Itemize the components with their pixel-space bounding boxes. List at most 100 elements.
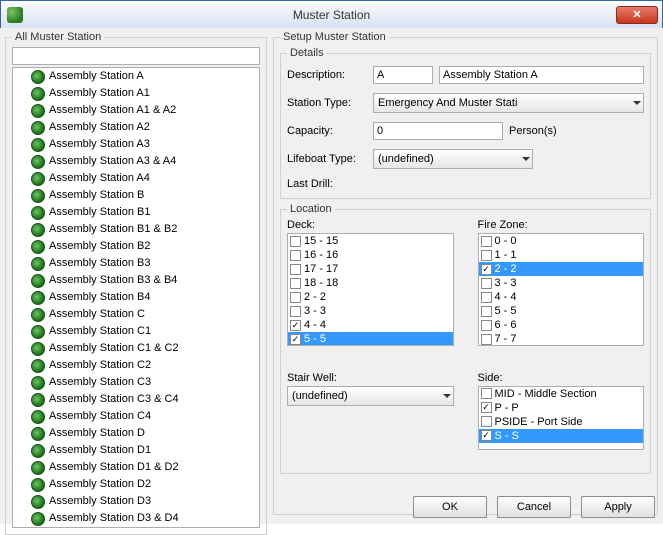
checklist-item[interactable]: 3 - 3 <box>288 304 453 318</box>
tree-item[interactable]: Assembly Station C3 & C4 <box>13 391 259 408</box>
description-name-input[interactable] <box>439 66 644 84</box>
tree-item[interactable]: Assembly Station A2 <box>13 119 259 136</box>
checkbox[interactable] <box>481 388 492 399</box>
tree-item[interactable]: Assembly Station C1 & C2 <box>13 340 259 357</box>
tree-item[interactable]: Assembly Station C4 <box>13 408 259 425</box>
checklist-item[interactable]: ✓2 - 2 <box>479 262 644 276</box>
checklist-item-label: 2 - 2 <box>304 290 326 304</box>
checklist-item-label: 5 - 5 <box>495 304 517 318</box>
checklist-item[interactable]: ✓P - P <box>479 401 644 415</box>
tree-item[interactable]: Assembly Station D3 & D4 <box>13 510 259 527</box>
checkbox[interactable]: ✓ <box>481 402 492 413</box>
tree-item[interactable]: Assembly Station B3 <box>13 255 259 272</box>
checklist-item[interactable]: 16 - 16 <box>288 248 453 262</box>
tree-item[interactable]: Assembly Station A3 & A4 <box>13 153 259 170</box>
checklist-item[interactable]: MID - Middle Section <box>479 387 644 401</box>
tree-item[interactable]: Assembly Station D3 <box>13 493 259 510</box>
checklist-item[interactable]: 4 - 4 <box>479 290 644 304</box>
capacity-input[interactable] <box>373 122 503 140</box>
tree-item[interactable]: Assembly Station A4 <box>13 170 259 187</box>
checklist-item[interactable]: 0 - 0 <box>479 234 644 248</box>
checkbox[interactable]: ✓ <box>481 264 492 275</box>
checklist-item[interactable]: 2 - 2 <box>288 290 453 304</box>
tree-item[interactable]: Assembly Station B <box>13 187 259 204</box>
tree-item-label: Assembly Station B <box>49 188 144 203</box>
tree-item[interactable]: Assembly Station C1 <box>13 323 259 340</box>
checkbox[interactable] <box>481 334 492 345</box>
checklist-item-label: 4 - 4 <box>495 290 517 304</box>
tree-item[interactable]: Assembly Station D1 <box>13 442 259 459</box>
checkbox[interactable]: ✓ <box>290 320 301 331</box>
checklist-item[interactable]: ✓5 - 5 <box>288 332 453 346</box>
setup-legend: Setup Muster Station <box>280 31 389 43</box>
tree-item[interactable]: Assembly Station A3 <box>13 136 259 153</box>
tree-item[interactable]: Assembly Station A1 & A2 <box>13 102 259 119</box>
checklist-item[interactable]: PSIDE - Port Side <box>479 415 644 429</box>
checklist-item[interactable]: 17 - 17 <box>288 262 453 276</box>
muster-station-icon <box>31 495 45 509</box>
station-type-combo[interactable]: Emergency And Muster Stati <box>373 93 644 113</box>
muster-station-icon <box>31 376 45 390</box>
muster-station-icon <box>31 155 45 169</box>
checkbox[interactable]: ✓ <box>290 334 301 345</box>
setup-group: Setup Muster Station Details Description… <box>273 31 658 515</box>
tree-item[interactable]: Assembly Station A <box>13 68 259 85</box>
checkbox[interactable] <box>290 264 301 275</box>
checklist-item[interactable]: 18 - 18 <box>288 276 453 290</box>
muster-station-icon <box>31 478 45 492</box>
apply-button[interactable]: Apply <box>581 496 655 518</box>
deck-checklist[interactable]: 15 - 1516 - 1617 - 1718 - 182 - 23 - 3✓4… <box>287 233 454 346</box>
ok-button[interactable]: OK <box>413 496 487 518</box>
firezone-checklist[interactable]: 0 - 01 - 1✓2 - 23 - 34 - 45 - 56 - 67 - … <box>478 233 645 346</box>
tree-item-label: Assembly Station C2 <box>49 358 151 373</box>
tree-item[interactable]: Assembly Station C <box>13 306 259 323</box>
checkbox[interactable]: ✓ <box>481 430 492 441</box>
tree-item-label: Assembly Station C1 <box>49 324 151 339</box>
muster-station-icon <box>31 240 45 254</box>
tree-item[interactable]: Assembly Station A1 <box>13 85 259 102</box>
tree-item[interactable]: Assembly Station D <box>13 425 259 442</box>
checklist-item[interactable]: ✓4 - 4 <box>288 318 453 332</box>
tree-item[interactable]: Assembly Station D1 & D2 <box>13 459 259 476</box>
checkbox[interactable] <box>481 250 492 261</box>
tree-item[interactable]: Assembly Station C2 <box>13 357 259 374</box>
checkbox[interactable] <box>481 306 492 317</box>
stairwell-combo[interactable]: (undefined) <box>287 386 454 406</box>
checkbox[interactable] <box>481 292 492 303</box>
muster-station-tree[interactable]: Assembly Station AAssembly Station A1Ass… <box>12 67 260 528</box>
persons-label: Person(s) <box>509 125 557 137</box>
close-button[interactable]: ✕ <box>616 6 658 24</box>
checklist-item[interactable]: 5 - 5 <box>479 304 644 318</box>
side-checklist[interactable]: MID - Middle Section✓P - PPSIDE - Port S… <box>478 386 645 450</box>
checklist-item[interactable]: 7 - 7 <box>479 332 644 346</box>
checkbox[interactable] <box>481 236 492 247</box>
checklist-item[interactable]: ✓S - S <box>479 429 644 443</box>
muster-station-icon <box>31 427 45 441</box>
tree-item[interactable]: Assembly Station D2 <box>13 476 259 493</box>
checklist-item-label: 3 - 3 <box>304 304 326 318</box>
checklist-item[interactable]: 15 - 15 <box>288 234 453 248</box>
tree-item[interactable]: Assembly Station B2 <box>13 238 259 255</box>
description-code-input[interactable] <box>373 66 433 84</box>
checkbox[interactable] <box>290 278 301 289</box>
muster-station-icon <box>31 393 45 407</box>
checkbox[interactable] <box>290 306 301 317</box>
lifeboat-type-combo[interactable]: (undefined) <box>373 149 533 169</box>
tree-item[interactable]: Assembly Station B1 <box>13 204 259 221</box>
checkbox[interactable] <box>481 320 492 331</box>
tree-item[interactable]: Assembly Station B3 & B4 <box>13 272 259 289</box>
tree-item[interactable]: Assembly Station B4 <box>13 289 259 306</box>
tree-item[interactable]: Assembly Station B1 & B2 <box>13 221 259 238</box>
checkbox[interactable] <box>290 236 301 247</box>
checkbox[interactable] <box>290 292 301 303</box>
checkbox[interactable] <box>290 250 301 261</box>
checklist-item[interactable]: 3 - 3 <box>479 276 644 290</box>
filter-input[interactable] <box>12 47 260 65</box>
checkbox[interactable] <box>481 416 492 427</box>
cancel-button[interactable]: Cancel <box>497 496 571 518</box>
tree-item[interactable]: Assembly Station C3 <box>13 374 259 391</box>
checklist-item[interactable]: 1 - 1 <box>479 248 644 262</box>
checklist-item[interactable]: 6 - 6 <box>479 318 644 332</box>
checklist-item-label: 6 - 6 <box>495 318 517 332</box>
checkbox[interactable] <box>481 278 492 289</box>
